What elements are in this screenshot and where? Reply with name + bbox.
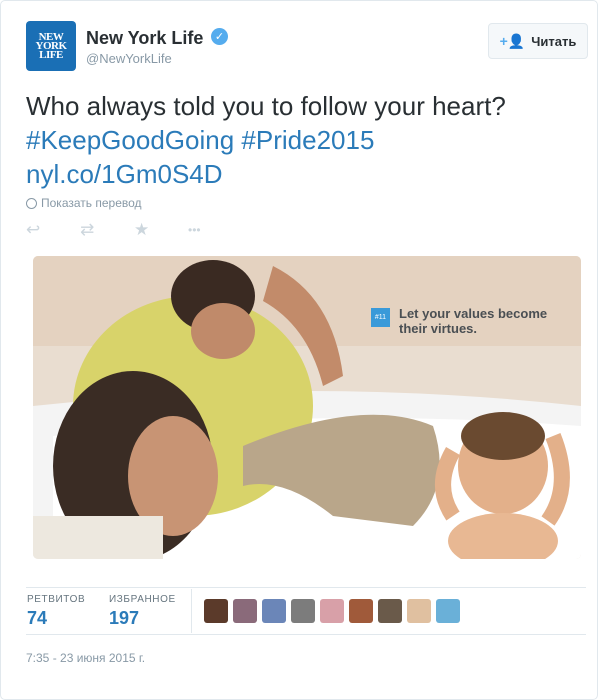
photo-illustration bbox=[33, 256, 581, 559]
star-icon[interactable]: ★ bbox=[134, 219, 188, 241]
tweet-actions: ↩ ⇄ ★ ••• bbox=[26, 219, 242, 241]
globe-icon bbox=[26, 197, 37, 209]
retweet-icon[interactable]: ⇄ bbox=[80, 219, 134, 241]
photo-badge: #11 bbox=[371, 308, 390, 327]
stats-bottom-divider bbox=[26, 634, 586, 635]
favorites-label: ИЗБРАННОЕ bbox=[109, 594, 176, 605]
verified-badge-icon: ✓ bbox=[211, 28, 228, 45]
favoriters-avatars bbox=[204, 599, 460, 623]
tweet-link[interactable]: nyl.co/1Gm0S4D bbox=[26, 159, 223, 189]
photo-tagline: Let your values become their virtues. bbox=[399, 306, 548, 336]
favoriter-avatar[interactable] bbox=[204, 599, 228, 623]
favoriter-avatar[interactable] bbox=[407, 599, 431, 623]
hashtag-keepgoodgoing[interactable]: #KeepGoodGoing bbox=[26, 125, 234, 155]
reply-icon[interactable]: ↩ bbox=[26, 219, 80, 241]
account-handle[interactable]: @NewYorkLife bbox=[86, 51, 172, 66]
favoriter-avatar[interactable] bbox=[233, 599, 257, 623]
more-icon[interactable]: ••• bbox=[188, 219, 242, 241]
hashtag-pride2015[interactable]: #Pride2015 bbox=[241, 125, 374, 155]
favoriter-avatar[interactable] bbox=[291, 599, 315, 623]
translate-link[interactable]: Показать перевод bbox=[26, 196, 142, 210]
retweets-label: РЕТВИТОВ bbox=[27, 594, 86, 605]
photo-caption: #11 Let your values become their virtues… bbox=[371, 306, 549, 336]
favoriter-avatar[interactable] bbox=[320, 599, 344, 623]
favoriter-avatar[interactable] bbox=[262, 599, 286, 623]
tweet-card: NEW YORK LIFE New York Life ✓ @NewYorkLi… bbox=[0, 0, 598, 700]
tweet-text: Who always told you to follow your heart… bbox=[26, 89, 576, 191]
new-york-life-logo[interactable]: NEW YORK LIFE bbox=[26, 21, 76, 71]
stats-separator bbox=[191, 589, 192, 633]
tweet-photo[interactable]: #11 Let your values become their virtues… bbox=[33, 256, 581, 559]
follow-button-label: Читать bbox=[531, 33, 577, 49]
tweet-body: Who always told you to follow your heart… bbox=[26, 91, 506, 121]
favoriter-avatar[interactable] bbox=[349, 599, 373, 623]
account-name[interactable]: New York Life bbox=[86, 28, 203, 49]
logo-line: LIFE bbox=[39, 48, 63, 61]
translate-label: Показать перевод bbox=[41, 196, 142, 210]
tweet-timestamp[interactable]: 7:35 - 23 июня 2015 г. bbox=[26, 651, 145, 665]
retweets-count[interactable]: 74 bbox=[27, 608, 47, 629]
follow-button[interactable]: +👤 Читать bbox=[488, 23, 588, 59]
stats-top-divider bbox=[26, 587, 586, 588]
favorites-count[interactable]: 197 bbox=[109, 608, 139, 629]
add-user-icon: +👤 bbox=[499, 32, 526, 49]
favoriter-avatar[interactable] bbox=[378, 599, 402, 623]
favoriter-avatar[interactable] bbox=[436, 599, 460, 623]
